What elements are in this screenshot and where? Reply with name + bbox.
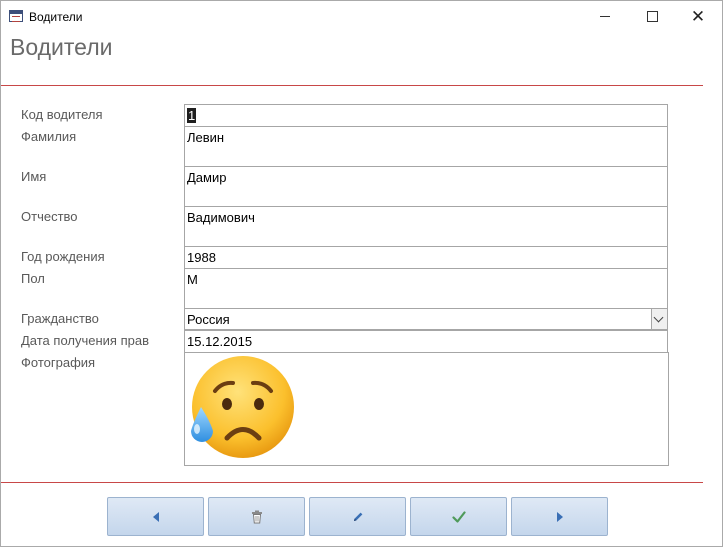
chevron-down-icon — [653, 312, 664, 323]
birth-year-value: 1988 — [187, 250, 216, 265]
pencil-icon — [353, 512, 362, 521]
citizenship-value: Россия — [187, 312, 230, 327]
citizenship-combobox[interactable]: Россия — [184, 308, 668, 330]
minimize-button[interactable] — [583, 1, 629, 32]
window-title: Водители — [29, 10, 83, 24]
sex-field[interactable]: М — [184, 268, 668, 309]
close-button[interactable]: ✕ — [675, 1, 721, 32]
label-citizenship: Гражданство — [21, 311, 99, 326]
form-title: Водители — [10, 34, 113, 60]
citizenship-dropdown-button[interactable] — [651, 309, 667, 329]
driver-code-value: 1 — [187, 108, 197, 123]
window-titlebar: Водители ✕ — [1, 1, 722, 32]
license-date-value: 15.12.2015 — [187, 334, 253, 349]
form-app-icon — [9, 10, 23, 22]
label-photo: Фотография — [21, 355, 96, 370]
previous-record-button[interactable] — [107, 497, 204, 536]
label-patronymic: Отчество — [21, 209, 78, 224]
maximize-button[interactable] — [629, 1, 675, 32]
surname-field[interactable]: Левин — [184, 126, 668, 167]
sex-value: М — [187, 272, 198, 287]
minimize-icon — [600, 16, 610, 17]
name-field[interactable]: Дамир — [184, 166, 668, 207]
next-record-button[interactable] — [511, 497, 608, 536]
label-surname: Фамилия — [21, 129, 77, 144]
patronymic-field[interactable]: Вадимович — [184, 206, 668, 247]
label-license-date: Дата получения прав — [21, 333, 149, 348]
delete-record-button[interactable] — [208, 497, 305, 536]
maximize-icon — [647, 11, 658, 22]
license-date-field[interactable]: 15.12.2015 — [184, 330, 668, 353]
save-record-button[interactable] — [410, 497, 507, 536]
header-divider — [1, 85, 703, 86]
triangle-right-icon — [556, 511, 563, 522]
photo-field[interactable] — [184, 352, 669, 466]
label-sex: Пол — [21, 271, 45, 286]
footer-divider — [1, 482, 703, 483]
edit-record-button[interactable] — [309, 497, 406, 536]
triangle-left-icon — [152, 511, 159, 522]
driver-photo — [191, 356, 294, 458]
patronymic-value: Вадимович — [187, 210, 255, 225]
close-icon: ✕ — [690, 7, 706, 26]
label-birth-year: Год рождения — [21, 249, 105, 264]
name-value: Дамир — [187, 170, 227, 185]
checkmark-icon — [451, 510, 466, 523]
driver-code-field[interactable]: 1 — [184, 104, 668, 127]
label-driver-code: Код водителя — [21, 107, 103, 122]
birth-year-field[interactable]: 1988 — [184, 246, 668, 269]
label-name: Имя — [21, 169, 47, 184]
trash-icon — [251, 510, 262, 523]
surname-value: Левин — [187, 130, 225, 145]
